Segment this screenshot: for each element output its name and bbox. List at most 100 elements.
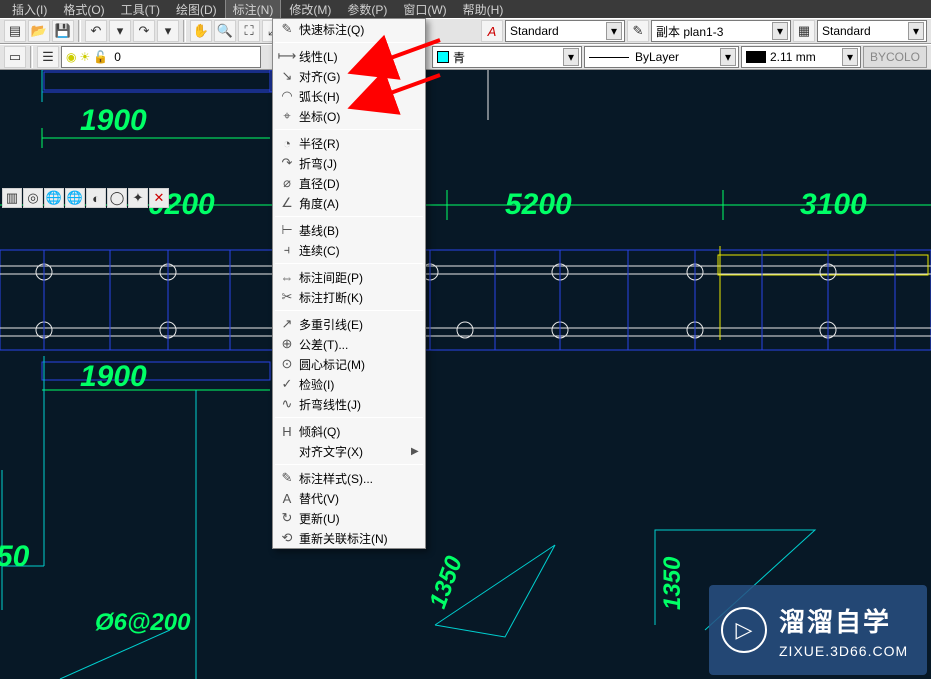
menu-mleader[interactable]: ↗ 多重引线(E) — [273, 314, 425, 334]
view-globe1-icon[interactable]: 🌐 — [44, 188, 64, 208]
svg-text:1900: 1900 — [80, 104, 147, 137]
menu-update[interactable]: ↻ 更新(U) — [273, 508, 425, 528]
watermark-brand: 溜溜自学 — [779, 602, 908, 639]
linetype-value: ByLayer — [635, 50, 679, 64]
tool-new-icon[interactable]: ▤ — [4, 20, 26, 42]
view-orbit-icon[interactable]: ◎ — [23, 188, 43, 208]
tool-zoom-window-icon[interactable]: ⛶ — [238, 20, 260, 42]
menu-item-label: 直径(D) — [297, 175, 421, 192]
menu-item-label: 连续(C) — [297, 242, 421, 259]
svg-text:Ø6@200: Ø6@200 — [95, 609, 191, 636]
menu-help[interactable]: 帮助(H) — [455, 0, 512, 20]
menu-continue[interactable]: ⫞ 连续(C) — [273, 240, 425, 260]
menu-quick-dim[interactable]: ✎ 快速标注(Q) — [273, 19, 425, 39]
menu-oblique[interactable]: H 倾斜(Q) — [273, 421, 425, 441]
watermark-url: ZIXUE.3D66.COM — [779, 643, 908, 659]
view-sphere-icon[interactable]: ◯ — [107, 188, 127, 208]
lineweight-combo[interactable]: 2.11 mm ▾ — [741, 46, 861, 68]
menu-arc-length[interactable]: ◠ 弧长(H) — [273, 86, 425, 106]
menu-ordinate[interactable]: ⌖ 坐标(O) — [273, 106, 425, 126]
menu-center-mark[interactable]: ⊙ 圆心标记(M) — [273, 354, 425, 374]
chevron-down-icon[interactable]: ▾ — [908, 22, 924, 40]
sun-icon: ☀ — [79, 50, 90, 64]
svg-text:1350: 1350 — [659, 556, 686, 610]
chevron-down-icon[interactable]: ▾ — [720, 48, 736, 66]
ordinate-icon: ⌖ — [277, 108, 297, 124]
view-globe2-icon[interactable]: 🌐 — [65, 188, 85, 208]
menu-aligned[interactable]: ↘ 对齐(G) — [273, 66, 425, 86]
chevron-down-icon[interactable]: ▾ — [563, 48, 579, 66]
menu-angle[interactable]: ∠ 角度(A) — [273, 193, 425, 213]
menu-insert[interactable]: 插入(I) — [4, 0, 55, 20]
tool-pan-icon[interactable]: ✋ — [190, 20, 212, 42]
menu-item-label: 圆心标记(M) — [297, 356, 421, 373]
toolbar-row-1: ▤ 📂 💾 ↶ ▾ ↷ ▾ ✋ 🔍 ⛶ ⤢ ⤡ A Standard ▾ ✎ 副… — [0, 18, 931, 44]
separator — [275, 263, 423, 264]
dimstyle-icon[interactable]: ✎ — [627, 20, 649, 42]
dimstyle-combo[interactable]: 副本 plan1-3 ▾ — [651, 20, 791, 42]
tool-save-icon[interactable]: 💾 — [52, 20, 74, 42]
menu-tools[interactable]: 工具(T) — [113, 0, 168, 20]
menu-tolerance[interactable]: ⊕ 公差(T)... — [273, 334, 425, 354]
menu-format[interactable]: 格式(O) — [55, 0, 112, 20]
toolbar-row-2: ▭ ☰ ◉ ☀ 🔓 0 青 ▾ ByLayer ▾ 2.11 mm ▾ BYCO… — [0, 44, 931, 70]
tool-undo-drop-icon[interactable]: ▾ — [109, 20, 131, 42]
menu-window[interactable]: 窗口(W) — [395, 0, 454, 20]
menu-baseline[interactable]: ⊢ 基线(B) — [273, 220, 425, 240]
menu-modify[interactable]: 修改(M) — [281, 0, 339, 20]
menu-inspection[interactable]: ✓ 检验(I) — [273, 374, 425, 394]
tablestyle-icon[interactable]: ▦ — [793, 20, 815, 42]
separator — [275, 129, 423, 130]
tool-undo-icon[interactable]: ↶ — [85, 20, 107, 42]
menu-dimension[interactable]: 标注(N) — [225, 0, 282, 20]
menu-override[interactable]: A 替代(V) — [273, 488, 425, 508]
reassociate-icon: ⟲ — [277, 530, 297, 546]
layer-btn-icon[interactable]: ▭ — [4, 46, 26, 68]
chevron-down-icon[interactable]: ▾ — [606, 22, 622, 40]
chevron-down-icon[interactable]: ▾ — [772, 22, 788, 40]
menu-dim-space[interactable]: ⇔ 标注间距(P) — [273, 267, 425, 287]
menu-draw[interactable]: 绘图(D) — [168, 0, 225, 20]
menu-params[interactable]: 参数(P) — [339, 0, 395, 20]
svg-text:1350: 1350 — [424, 552, 468, 612]
layer-combo[interactable]: ◉ ☀ 🔓 0 — [61, 46, 261, 68]
tool-zoom-icon[interactable]: 🔍 — [214, 20, 236, 42]
menu-diameter[interactable]: ⌀ 直径(D) — [273, 173, 425, 193]
separator — [78, 20, 81, 42]
menu-linear[interactable]: ⟼ 线性(L) — [273, 46, 425, 66]
menu-dimstyle[interactable]: ✎ 标注样式(S)... — [273, 468, 425, 488]
linetype-combo[interactable]: ByLayer ▾ — [584, 46, 739, 68]
textstyle-icon[interactable]: A — [481, 20, 503, 42]
menu-reassociate[interactable]: ⟲ 重新关联标注(N) — [273, 528, 425, 548]
menu-item-label: 半径(R) — [297, 135, 421, 152]
quick-dim-icon: ✎ — [277, 21, 297, 37]
tablestyle-combo[interactable]: Standard ▾ — [817, 20, 927, 42]
view-pan-icon[interactable]: ▥ — [2, 188, 22, 208]
view-axis-icon[interactable]: ✦ — [128, 188, 148, 208]
chevron-down-icon[interactable]: ▾ — [842, 48, 858, 66]
menu-dim-break[interactable]: ✂ 标注打断(K) — [273, 287, 425, 307]
menu-jogged[interactable]: ↷ 折弯(J) — [273, 153, 425, 173]
lightbulb-icon: ◉ — [66, 50, 76, 64]
color-combo[interactable]: 青 ▾ — [432, 46, 582, 68]
oblique-icon: H — [277, 423, 297, 439]
layer-props-icon[interactable]: ☰ — [37, 46, 59, 68]
tool-redo-icon[interactable]: ↷ — [133, 20, 155, 42]
menu-item-label: 基线(B) — [297, 222, 421, 239]
tool-open-icon[interactable]: 📂 — [28, 20, 50, 42]
menu-item-label: 折弯线性(J) — [297, 396, 421, 413]
menu-align-text[interactable]: 对齐文字(X) ▶ — [273, 441, 425, 461]
tool-redo-drop-icon[interactable]: ▾ — [157, 20, 179, 42]
menu-item-label: 多重引线(E) — [297, 316, 421, 333]
textstyle-combo[interactable]: Standard ▾ — [505, 20, 625, 42]
view-iso-icon[interactable]: ◐ — [86, 188, 106, 208]
jogged-icon: ↷ — [277, 155, 297, 171]
tablestyle-value: Standard — [822, 24, 871, 38]
menu-jogged-linear[interactable]: ∿ 折弯线性(J) — [273, 394, 425, 414]
separator — [275, 417, 423, 418]
separator — [275, 464, 423, 465]
view-close-icon[interactable]: ✕ — [149, 188, 169, 208]
menu-radius[interactable]: ◔ 半径(R) — [273, 133, 425, 153]
watermark: ▷ 溜溜自学 ZIXUE.3D66.COM — [709, 585, 927, 675]
menu-item-label: 标注间距(P) — [297, 269, 421, 286]
